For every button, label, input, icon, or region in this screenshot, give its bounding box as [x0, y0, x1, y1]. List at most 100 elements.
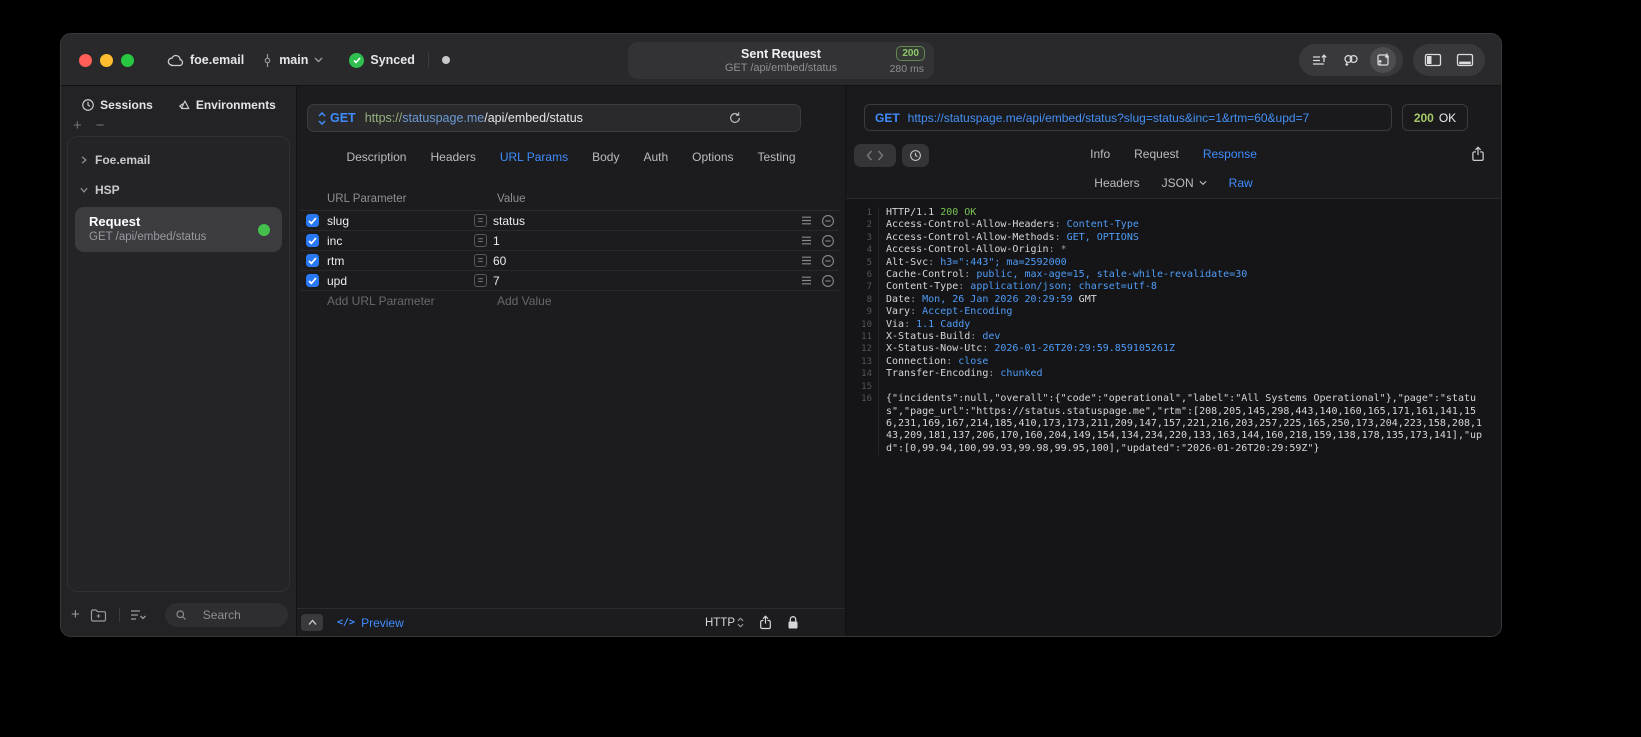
collapse-all-icon[interactable] — [130, 609, 147, 621]
remove-param-button[interactable] — [821, 274, 835, 288]
param-name-input[interactable]: rtm — [327, 254, 474, 268]
response-line: 15 — [854, 380, 1493, 394]
line-text: Access-Control-Allow-Origin: * — [878, 244, 1493, 257]
response-line: 12 X-Status-Now-Utc: 2026-01-26T20:29:59.… — [854, 343, 1493, 356]
project-selector[interactable]: foe.email — [167, 53, 244, 67]
search-placeholder: Search — [202, 608, 241, 622]
add-value-field[interactable]: Add Value — [497, 294, 552, 308]
line-number: 14 — [861, 369, 872, 380]
sidebar-item-request-selected[interactable]: Request GET /api/embed/status — [75, 207, 282, 252]
tab-headers[interactable]: Headers — [430, 150, 475, 164]
share-icon[interactable] — [759, 615, 772, 630]
titlebar: foe.email main Synced Sent Request GET /… — [61, 34, 1501, 86]
lock-icon[interactable] — [787, 615, 799, 630]
add-url-parameter-field[interactable]: Add URL Parameter — [327, 294, 435, 308]
drag-handle-icon[interactable] — [801, 276, 812, 285]
editor-footer: </> Preview HTTP — [297, 608, 845, 636]
tab-body[interactable]: Body — [592, 150, 619, 164]
new-request-button[interactable]: + — [71, 607, 80, 622]
remove-param-button[interactable] — [821, 214, 835, 228]
export-response-icon[interactable] — [1471, 146, 1485, 162]
tab-request[interactable]: Request — [1134, 147, 1179, 161]
tab-testing[interactable]: Testing — [758, 150, 796, 164]
line-text: Content-Type: application/json; charset=… — [878, 281, 1493, 294]
toggle-sidebar-icon[interactable] — [1420, 47, 1446, 73]
sessions-clock-icon — [81, 98, 95, 112]
sidebar-group-foe-email[interactable]: Foe.email — [75, 145, 282, 175]
method-select-icon[interactable] — [318, 111, 326, 125]
line-number: 16 — [861, 394, 872, 405]
branch-icon — [262, 53, 273, 68]
param-name-input[interactable]: slug — [327, 214, 474, 228]
export-lines-icon[interactable] — [1306, 47, 1332, 73]
viewer-subtabs: Headers JSON Raw — [846, 176, 1501, 190]
tab-environments[interactable]: Environments — [177, 98, 276, 112]
tab-json[interactable]: JSON — [1162, 176, 1207, 190]
search-input[interactable]: Search — [164, 603, 288, 627]
param-name-input[interactable]: upd — [327, 274, 474, 288]
send-receive-icon[interactable] — [1370, 47, 1396, 73]
protocol-select[interactable]: HTTP — [705, 617, 744, 629]
param-value-input[interactable]: 1 — [493, 234, 801, 248]
sessions-tab-label: Sessions — [100, 98, 153, 112]
param-enabled-checkbox[interactable] — [306, 214, 319, 227]
param-value-input[interactable]: 7 — [493, 274, 801, 288]
tab-raw[interactable]: Raw — [1229, 176, 1253, 190]
sync-status[interactable]: Synced — [349, 52, 415, 68]
record-dot-icon[interactable] — [441, 56, 450, 64]
remove-param-button[interactable] — [821, 254, 835, 268]
param-enabled-checkbox[interactable] — [306, 274, 319, 287]
tab-info[interactable]: Info — [1090, 147, 1110, 161]
drag-handle-icon[interactable] — [801, 216, 812, 225]
remove-param-button[interactable] — [821, 234, 835, 248]
toggle-bottom-panel-icon[interactable] — [1452, 47, 1478, 73]
remove-session-button[interactable]: − — [96, 118, 105, 133]
tab-headers[interactable]: Headers — [1094, 176, 1139, 190]
line-text: HTTP/1.1 200 OK — [878, 207, 1493, 220]
request-method[interactable]: GET — [330, 111, 356, 125]
param-value-input[interactable]: status — [493, 214, 801, 228]
tab-sessions[interactable]: Sessions — [81, 98, 153, 112]
status-text: OK — [1438, 110, 1457, 125]
response-line: 10 Via: 1.1 Caddy — [854, 318, 1493, 332]
url-path: /api/embed/status — [484, 111, 583, 125]
response-method: GET — [875, 110, 900, 125]
environments-tab-label: Environments — [195, 98, 276, 112]
drag-handle-icon[interactable] — [801, 256, 812, 265]
sidebar-group-hsp[interactable]: HSP — [75, 175, 282, 205]
tab-response[interactable]: Response — [1203, 147, 1257, 161]
expand-panel-button[interactable] — [301, 614, 323, 631]
column-url-parameter: URL Parameter — [327, 193, 407, 205]
line-text: {"incidents":null,"overall":{"code":"ope… — [878, 393, 1493, 456]
equals-icon: = — [474, 274, 487, 287]
duration-label: 280 ms — [889, 63, 924, 75]
line-number: 3 — [866, 232, 872, 243]
close-window-button[interactable] — [79, 54, 92, 67]
zoom-window-button[interactable] — [121, 54, 134, 67]
tab-options[interactable]: Options — [692, 150, 733, 164]
status-badge: 200 — [896, 46, 925, 61]
sync-loop-icon[interactable] — [1338, 47, 1364, 73]
project-name: foe.email — [190, 53, 245, 67]
refresh-icon[interactable] — [728, 111, 742, 125]
add-session-button[interactable]: + — [73, 118, 82, 133]
add-param-row: Add URL Parameter Add Value — [301, 291, 839, 311]
sent-request-url-box[interactable]: GET https://statuspage.me/api/embed/stat… — [864, 104, 1392, 131]
branch-selector[interactable]: main — [262, 53, 329, 68]
drag-handle-icon[interactable] — [801, 236, 812, 245]
group-label: HSP — [95, 183, 120, 197]
new-folder-icon[interactable] — [90, 608, 107, 622]
tab-url-params[interactable]: URL Params — [500, 150, 568, 164]
param-value-input[interactable]: 60 — [493, 254, 801, 268]
request-url-bar[interactable]: GET https://statuspage.me/api/embed/stat… — [307, 104, 801, 132]
tab-description[interactable]: Description — [346, 150, 406, 164]
param-enabled-checkbox[interactable] — [306, 234, 319, 247]
minimize-window-button[interactable] — [100, 54, 113, 67]
param-name-input[interactable]: inc — [327, 234, 474, 248]
request-status-pill[interactable]: Sent Request GET /api/embed/status 200 2… — [628, 42, 934, 79]
preview-button[interactable]: </> Preview — [337, 616, 404, 630]
param-enabled-checkbox[interactable] — [306, 254, 319, 267]
tab-auth[interactable]: Auth — [643, 150, 668, 164]
response-body[interactable]: 1 HTTP/1.1 200 OK 2 Access-Control-Allow-He… — [846, 199, 1501, 636]
sent-request-subtitle: GET /api/embed/status — [724, 61, 838, 74]
